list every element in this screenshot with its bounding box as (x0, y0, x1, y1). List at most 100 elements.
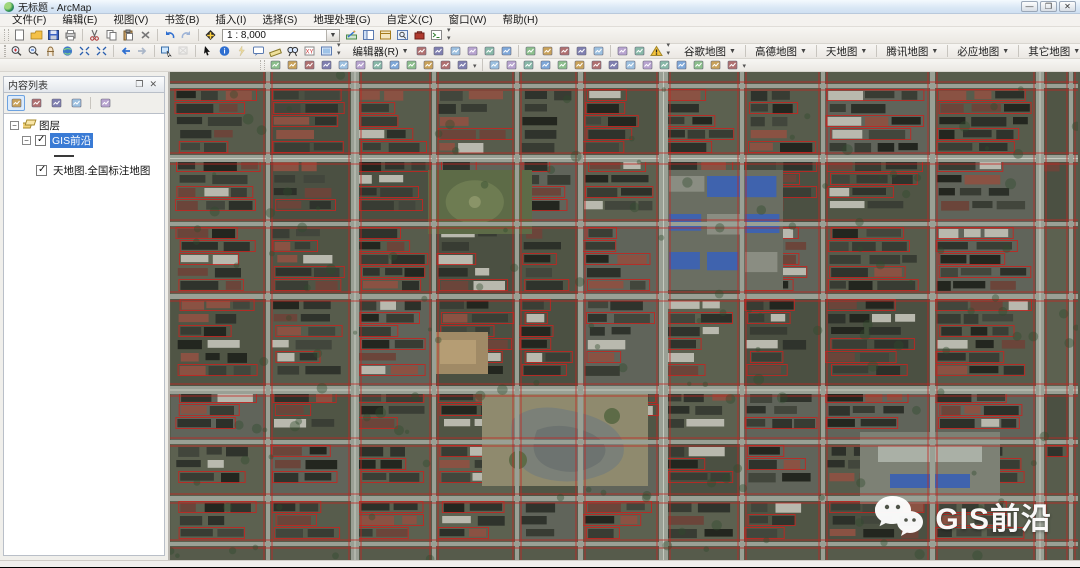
cut-polygons-icon[interactable] (556, 44, 573, 58)
toolbar-grip[interactable] (260, 60, 265, 70)
topology-edit-icon[interactable] (284, 58, 301, 72)
catalog-window-icon[interactable] (377, 28, 394, 42)
mapsource-button-5[interactable]: 其它地图 ▼ (1022, 45, 1080, 58)
toolbar-overflow-icon[interactable]: ▾ (741, 63, 749, 71)
zoom-in-icon[interactable] (8, 44, 25, 58)
plugin-15-icon[interactable] (724, 58, 741, 72)
toc-layer-1[interactable]: 天地图.全国标注地图 (4, 163, 164, 178)
toolbar-grip[interactable] (4, 28, 9, 42)
toc-root-layers[interactable]: − ​ 图层 (4, 118, 164, 133)
toolbar-grip[interactable] (4, 45, 6, 57)
zoom-out-icon[interactable] (25, 44, 42, 58)
collapse-icon[interactable]: − (10, 121, 19, 130)
align-edge-icon[interactable] (318, 58, 335, 72)
toc-float-icon[interactable]: ❐ (132, 79, 146, 90)
print-icon[interactable] (62, 28, 79, 42)
menu-item-6[interactable]: 地理处理(G) (305, 14, 378, 27)
plugin-2-icon[interactable] (503, 58, 520, 72)
copy-icon[interactable] (103, 28, 120, 42)
advanced-6-icon[interactable] (454, 58, 471, 72)
sketch-properties-icon[interactable] (631, 44, 648, 58)
toolbar-overflow-icon[interactable]: ▾ (471, 63, 479, 71)
layer-name[interactable]: GIS前沿 (50, 133, 94, 148)
html-popup-icon[interactable] (250, 44, 267, 58)
advanced-4-icon[interactable] (420, 58, 437, 72)
toc-layer-0[interactable]: − GIS前沿 (4, 133, 164, 148)
satellite-map-canvas[interactable] (170, 72, 1078, 560)
error-warning-icon[interactable] (648, 44, 665, 58)
rotate-icon[interactable] (590, 44, 607, 58)
close-button[interactable]: ✕ (1059, 1, 1076, 12)
mapsource-button-3[interactable]: 腾讯地图 ▼ (880, 45, 944, 58)
go-to-xy-icon[interactable]: XY (301, 44, 318, 58)
list-by-selection-icon[interactable] (67, 95, 85, 111)
plugin-10-icon[interactable] (639, 58, 656, 72)
minimize-button[interactable]: — (1021, 1, 1038, 12)
toc-layer-0-symbol[interactable] (4, 148, 164, 163)
plugin-13-icon[interactable] (690, 58, 707, 72)
map-view[interactable]: GIS前沿 (170, 72, 1080, 560)
menu-item-8[interactable]: 窗口(W) (441, 14, 495, 27)
plugin-3-icon[interactable] (520, 58, 537, 72)
toolbar-overflow-icon[interactable]: ▾ ▾ (445, 27, 453, 43)
advanced-3-icon[interactable] (403, 58, 420, 72)
measure-icon[interactable] (267, 44, 284, 58)
find-icon[interactable] (284, 44, 301, 58)
mapsource-button-4[interactable]: 必应地图 ▼ (951, 45, 1015, 58)
plugin-7-icon[interactable] (588, 58, 605, 72)
arctoolbox-icon[interactable] (411, 28, 428, 42)
advanced-1-icon[interactable] (369, 58, 386, 72)
paste-icon[interactable] (120, 28, 137, 42)
chevron-down-icon[interactable]: ▼ (326, 29, 339, 41)
list-by-visibility-icon[interactable] (47, 95, 65, 111)
edit-vertices-icon[interactable] (522, 44, 539, 58)
pan-icon[interactable] (42, 44, 59, 58)
plugin-8-icon[interactable] (605, 58, 622, 72)
menu-item-5[interactable]: 选择(S) (254, 14, 305, 27)
advanced-2-icon[interactable] (386, 58, 403, 72)
mapsource-button-1[interactable]: 高德地图 ▼ (749, 45, 813, 58)
toc-close-icon[interactable]: ✕ (146, 79, 160, 90)
menu-item-4[interactable]: 插入(I) (207, 14, 254, 27)
endpoint-arc-icon[interactable] (464, 44, 481, 58)
split-icon[interactable] (573, 44, 590, 58)
straight-segment-icon[interactable] (447, 44, 464, 58)
plugin-4-icon[interactable] (537, 58, 554, 72)
mapsource-button-2[interactable]: 天地图 ▼ (820, 45, 873, 58)
plugin-5-icon[interactable] (554, 58, 571, 72)
menu-item-9[interactable]: 帮助(H) (495, 14, 547, 27)
toolbar-overflow-icon[interactable]: ▾ ▾ (665, 42, 673, 58)
snapping-icon[interactable] (267, 58, 284, 72)
editor-menu-button[interactable]: 编辑器(R) ▼ (349, 44, 413, 59)
redo-icon[interactable] (178, 28, 195, 42)
map-scale-combobox[interactable]: 1 : 8,000 ▼ (222, 28, 340, 42)
select-features-icon[interactable] (158, 44, 175, 58)
fixed-zoom-out-icon[interactable] (93, 44, 110, 58)
generalize-icon[interactable] (335, 58, 352, 72)
layer-visibility-checkbox[interactable] (35, 134, 46, 146)
python-window-icon[interactable] (428, 28, 445, 42)
line-symbol[interactable] (54, 154, 74, 157)
new-document-icon[interactable] (11, 28, 28, 42)
plugin-9-icon[interactable] (622, 58, 639, 72)
menu-item-7[interactable]: 自定义(C) (379, 14, 441, 27)
plugin-1-icon[interactable] (486, 58, 503, 72)
mapsource-button-0[interactable]: 谷歌地图 ▼ (678, 45, 742, 58)
select-elements-icon[interactable] (199, 44, 216, 58)
advanced-5-icon[interactable] (437, 58, 454, 72)
search-window-icon[interactable] (394, 28, 411, 42)
menu-item-1[interactable]: 编辑(E) (54, 14, 105, 27)
toc-title-bar[interactable]: 内容列表 ❐ ✕ (3, 76, 165, 93)
fixed-zoom-in-icon[interactable] (76, 44, 93, 58)
menu-item-0[interactable]: 文件(F) (4, 14, 54, 27)
menu-item-3[interactable]: 书签(B) (156, 14, 207, 27)
layer-name[interactable]: 天地图.全国标注地图 (51, 163, 152, 178)
identify-icon[interactable]: i (216, 44, 233, 58)
reshape-icon[interactable] (539, 44, 556, 58)
delete-icon[interactable] (137, 28, 154, 42)
go-back-icon[interactable] (117, 44, 134, 58)
trace-icon[interactable] (481, 44, 498, 58)
full-extent-icon[interactable] (59, 44, 76, 58)
cut-icon[interactable] (86, 28, 103, 42)
options-icon[interactable] (96, 95, 114, 111)
